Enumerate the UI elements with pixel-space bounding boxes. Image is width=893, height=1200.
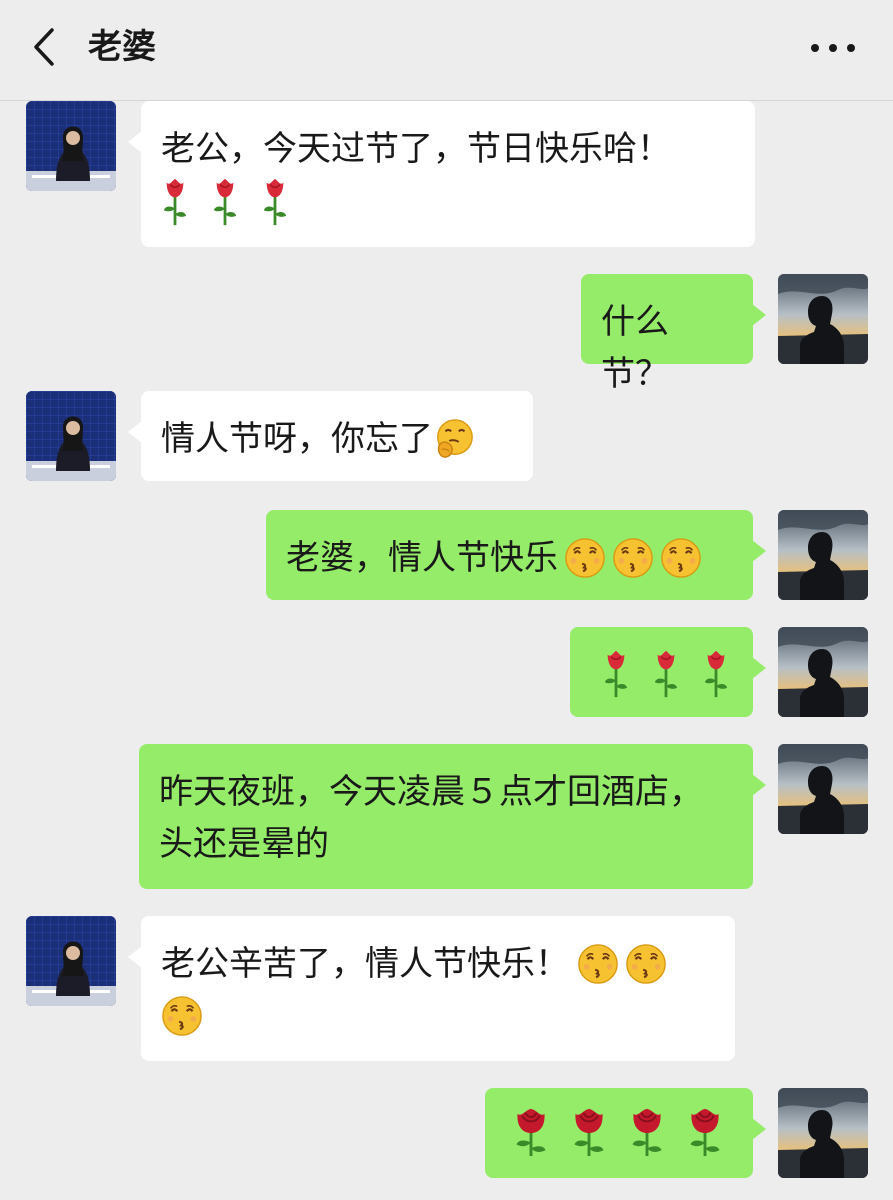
kissing-face-icon bbox=[612, 537, 654, 579]
message-bubble-outgoing[interactable] bbox=[485, 1088, 766, 1178]
message-text-line-2: 头还是晕的 bbox=[159, 824, 329, 864]
chevron-left-icon bbox=[34, 28, 54, 66]
kissing-face-icon bbox=[161, 995, 203, 1037]
rose-icon bbox=[211, 177, 239, 227]
emoji-row bbox=[590, 647, 733, 699]
rose-icon bbox=[261, 177, 289, 227]
message-bubble-outgoing[interactable] bbox=[570, 627, 766, 717]
my-avatar[interactable] bbox=[778, 274, 868, 364]
message-text: 情人节呀，你忘了 bbox=[161, 419, 433, 459]
kissing-face-icon bbox=[660, 537, 702, 579]
message-text: 什么节？ bbox=[601, 302, 669, 394]
message-bubble-incoming[interactable]: 情人节呀，你忘了 bbox=[128, 391, 533, 481]
rose-icon bbox=[602, 649, 630, 699]
rose-icon bbox=[161, 177, 189, 227]
thinking-face-icon bbox=[433, 418, 475, 460]
red-rose-icon bbox=[685, 1106, 725, 1158]
rose-icon bbox=[652, 649, 680, 699]
message-bubble-outgoing[interactable]: 什么节？ bbox=[581, 274, 766, 394]
message-bubble-outgoing[interactable]: 昨天夜班，今天凌晨５点才回酒店， 头还是晕的 bbox=[139, 744, 766, 889]
more-options-button[interactable] bbox=[803, 22, 863, 72]
my-avatar[interactable] bbox=[778, 627, 868, 717]
my-avatar[interactable] bbox=[778, 744, 868, 834]
rose-icon bbox=[702, 649, 730, 699]
message-text-line-1: 昨天夜班，今天凌晨５点才回酒店， bbox=[159, 772, 703, 812]
chat-header: 老婆 bbox=[0, 0, 893, 101]
message-text: 老公辛苦了，情人节快乐！ bbox=[161, 944, 569, 984]
contact-avatar[interactable] bbox=[26, 916, 116, 1006]
kissing-face-icon bbox=[625, 943, 667, 985]
more-dots-icon bbox=[811, 44, 855, 52]
red-rose-icon bbox=[569, 1106, 609, 1158]
chat-title: 老婆 bbox=[88, 27, 156, 67]
my-avatar[interactable] bbox=[778, 510, 868, 600]
emoji-row bbox=[161, 175, 735, 227]
kissing-face-icon bbox=[577, 943, 619, 985]
red-rose-icon bbox=[511, 1106, 551, 1158]
back-button[interactable] bbox=[24, 22, 68, 72]
contact-avatar[interactable] bbox=[26, 101, 116, 191]
message-bubble-incoming[interactable]: 老公，今天过节了，节日快乐哈！ bbox=[128, 101, 755, 247]
red-rose-icon bbox=[627, 1106, 667, 1158]
contact-avatar[interactable] bbox=[26, 391, 116, 481]
my-avatar[interactable] bbox=[778, 1088, 868, 1178]
kissing-face-icon bbox=[564, 537, 606, 579]
message-text: 老婆，情人节快乐 bbox=[286, 538, 558, 578]
message-text: 老公，今天过节了，节日快乐哈！ bbox=[161, 129, 671, 169]
message-bubble-outgoing[interactable]: 老婆，情人节快乐 bbox=[266, 510, 766, 600]
message-bubble-incoming[interactable]: 老公辛苦了，情人节快乐！ bbox=[128, 916, 735, 1061]
emoji-row bbox=[505, 1106, 733, 1158]
